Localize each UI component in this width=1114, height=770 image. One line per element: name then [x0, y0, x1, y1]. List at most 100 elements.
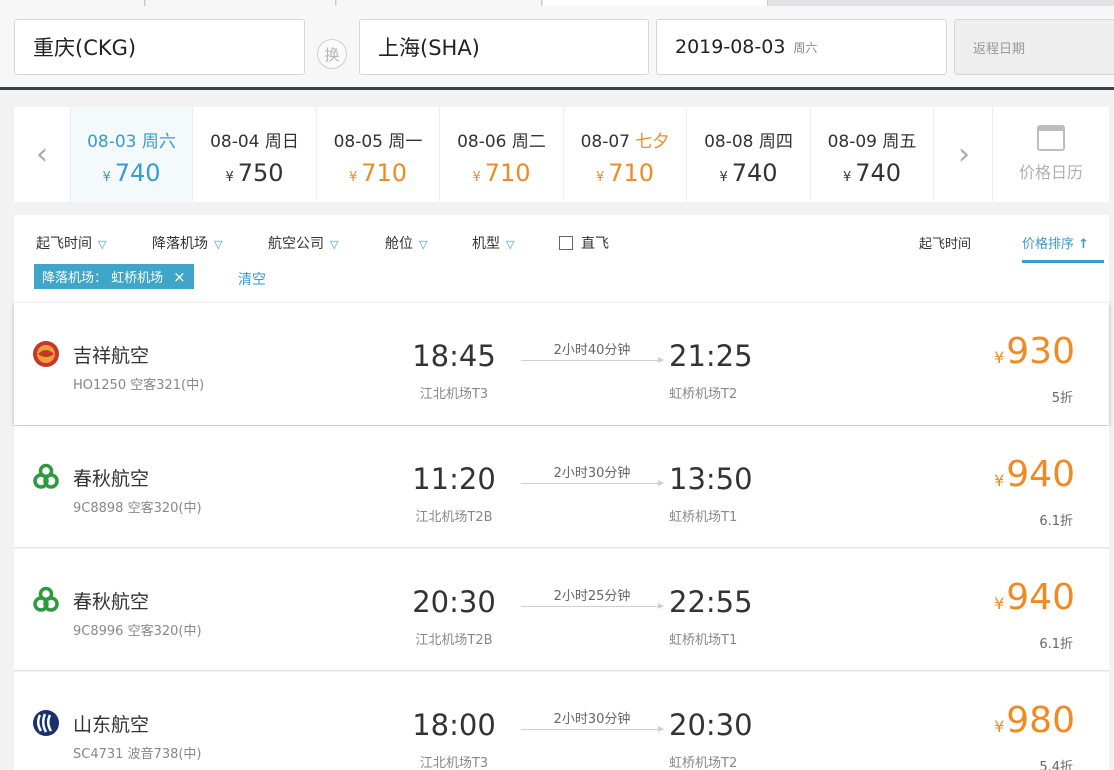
depart-date-value: 2019-08-03	[675, 36, 786, 58]
date-option[interactable]: 08-08 周四 ¥740	[688, 107, 811, 202]
currency-symbol: ¥	[994, 348, 1005, 367]
filter-bar: 起飞时间 ▽ 降落机场 ▽ 航空公司 ▽ 舱位 ▽ 机型 ▽ 直飞 起飞时间 价格排序 ↑…	[14, 215, 1109, 303]
direct-only-checkbox[interactable]: 直飞	[559, 233, 609, 253]
date-price-value: 740	[114, 159, 161, 187]
date-price-value: 740	[731, 159, 778, 187]
departure-airport: 江北机场T2B	[415, 510, 493, 525]
chevron-down-icon: ▽	[330, 238, 339, 251]
flight-price-value: 980	[1006, 700, 1075, 741]
origin-field[interactable]: 重庆(CKG)	[14, 19, 305, 75]
date-label: 08-06 周二	[441, 127, 563, 152]
discount-label: 5折	[1051, 391, 1073, 406]
arrival-airport: 虹桥机场T2	[669, 387, 738, 402]
active-filter-label: 降落机场： 虹桥机场	[42, 271, 164, 286]
date-weekday: 七夕	[635, 132, 670, 152]
chevron-down-icon: ▽	[214, 238, 223, 251]
sort-price[interactable]: 价格排序 ↑	[1022, 233, 1104, 263]
flight-row[interactable]: 春秋航空 9C8996 空客320(中) 20:30 江北机场T2B 2小时25分钟 22…	[14, 549, 1109, 671]
price-calendar-label: 价格日历	[1018, 163, 1083, 182]
checkbox-box[interactable]	[559, 236, 573, 250]
date-value: 08-09	[827, 132, 877, 152]
date-weekday: 周四	[758, 132, 793, 152]
date-price: ¥740	[71, 159, 192, 187]
destination-value: 上海(SHA)	[378, 36, 480, 60]
sort-price-label: 价格排序	[1022, 237, 1075, 252]
destination-field[interactable]: 上海(SHA)	[359, 19, 649, 75]
departure-time: 18:00	[412, 708, 496, 742]
direct-label: 直飞	[581, 236, 609, 252]
flight-number[interactable]: SC4731 波音738(中)	[73, 743, 202, 762]
date-price: ¥750	[194, 159, 316, 187]
filter-arrival-airport[interactable]: 降落机场 ▽	[152, 233, 222, 253]
date-value: 08-03	[87, 132, 137, 152]
filter-airline[interactable]: 航空公司 ▽	[268, 233, 338, 253]
filter-aircraft[interactable]: 机型 ▽	[472, 233, 514, 253]
filter-label: 起飞时间	[36, 236, 92, 252]
active-filter-tag: 降落机场： 虹桥机场 ×	[34, 264, 194, 289]
spring-logo-icon	[32, 463, 60, 491]
flight-duration: 2小时40分钟	[553, 343, 631, 358]
return-date-field[interactable]: 返程日期	[954, 19, 1114, 75]
chevron-right-icon: ›	[958, 137, 970, 172]
origin-value: 重庆(CKG)	[33, 36, 137, 60]
date-option[interactable]: 08-05 周一 ¥710	[317, 107, 440, 202]
flight-duration: 2小时25分钟	[553, 589, 631, 604]
flight-price[interactable]: ¥940	[994, 454, 1075, 495]
airline-name: 吉祥航空	[73, 345, 150, 367]
date-value: 08-04	[210, 132, 260, 152]
filter-depart-time[interactable]: 起飞时间 ▽	[36, 233, 106, 253]
departure-airport: 江北机场T2B	[415, 633, 493, 648]
date-option[interactable]: 08-07 七夕 ¥710	[564, 107, 687, 202]
currency-symbol: ¥	[994, 594, 1005, 613]
calendar-icon	[1037, 125, 1065, 151]
flight-price-value: 940	[1006, 577, 1075, 618]
filter-label: 航空公司	[268, 236, 324, 252]
sort-depart-time[interactable]: 起飞时间	[919, 233, 971, 252]
flight-number[interactable]: HO1250 空客321(中)	[73, 374, 204, 393]
flight-price[interactable]: ¥930	[994, 331, 1075, 372]
flight-row[interactable]: 春秋航空 9C8898 空客320(中) 11:20 江北机场T2B 2小时30分钟 13…	[14, 426, 1109, 548]
currency-symbol: ¥	[102, 170, 111, 185]
duration-arrow	[521, 726, 664, 732]
clear-filters-link[interactable]: 清空	[238, 269, 266, 289]
date-label: 08-08 周四	[688, 127, 810, 152]
currency-symbol: ¥	[472, 170, 481, 185]
date-price: ¥710	[317, 159, 439, 187]
date-option[interactable]: 08-06 周二 ¥710	[441, 107, 564, 202]
flight-row[interactable]: 山东航空 SC4731 波音738(中) 18:00 江北机场T3 2小时30分钟 20:…	[14, 672, 1109, 770]
chevron-down-icon: ▽	[506, 238, 515, 251]
flight-number[interactable]: 9C8996 空客320(中)	[73, 620, 202, 639]
discount-label: 6.1折	[1039, 637, 1073, 652]
date-option[interactable]: 08-03 周六 ¥740	[70, 107, 193, 202]
price-calendar-button[interactable]: 价格日历	[992, 107, 1109, 202]
filter-cabin[interactable]: 舱位 ▽	[385, 233, 427, 253]
airline-name: 春秋航空	[73, 591, 150, 613]
date-price-value: 740	[855, 159, 902, 187]
duration-arrow	[521, 357, 664, 363]
spring-logo-icon	[32, 586, 60, 614]
currency-symbol: ¥	[994, 717, 1005, 736]
depart-date-field[interactable]: 2019-08-03 周六	[656, 19, 947, 75]
flight-number[interactable]: 9C8898 空客320(中)	[73, 497, 202, 516]
date-option[interactable]: 08-04 周日 ¥750	[194, 107, 317, 202]
flight-price[interactable]: ¥980	[994, 700, 1075, 741]
arrow-up-icon: ↑	[1078, 237, 1090, 252]
prev-dates-button[interactable]: ‹	[14, 107, 70, 202]
filter-label: 降落机场	[152, 236, 208, 252]
date-option[interactable]: 08-09 周五 ¥740	[811, 107, 934, 202]
next-dates-button[interactable]: ›	[936, 107, 992, 202]
departure-time: 11:20	[412, 462, 496, 496]
flight-row[interactable]: 吉祥航空 HO1250 空客321(中) 18:45 江北机场T3 2小时40分钟 21:…	[14, 303, 1109, 425]
arrival-time: 21:25	[669, 339, 753, 373]
date-value: 08-08	[704, 132, 754, 152]
currency-symbol: ¥	[595, 170, 605, 185]
flight-price-value: 940	[1006, 454, 1075, 495]
flight-price[interactable]: ¥940	[994, 577, 1075, 618]
date-price-value: 710	[361, 159, 408, 187]
swap-button[interactable]: 换	[317, 39, 347, 69]
date-weekday: 周一	[388, 132, 423, 152]
discount-label: 6.1折	[1039, 514, 1073, 529]
close-icon[interactable]: ×	[173, 268, 186, 286]
currency-symbol: ¥	[225, 170, 234, 185]
chevron-down-icon: ▽	[98, 238, 107, 251]
